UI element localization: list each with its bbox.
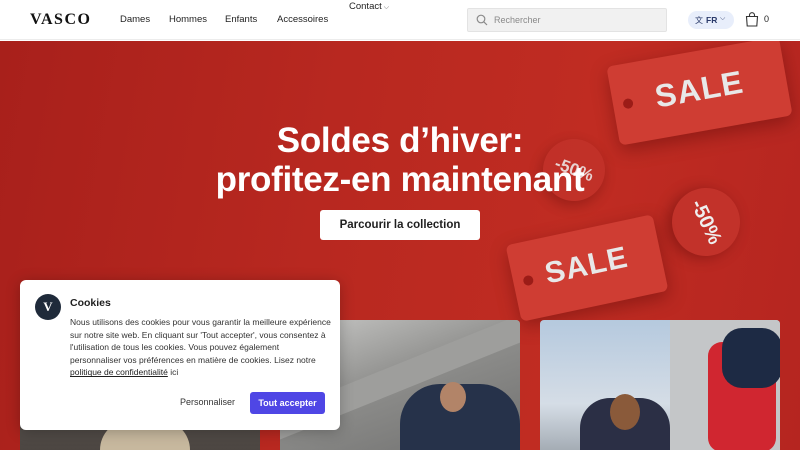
search-placeholder: Rechercher [494, 15, 541, 25]
cart-count: 0 [764, 14, 770, 24]
language-label: FR [706, 15, 718, 25]
nav-item-enfants[interactable]: Enfants [225, 14, 257, 25]
cookie-title: Cookies [70, 297, 111, 309]
shopping-bag-icon[interactable] [745, 12, 759, 27]
chevron-down-icon: ⌵ [720, 15, 726, 22]
site-logo[interactable]: VASCO [30, 11, 91, 29]
nav-item-contact[interactable]: Contact ⌵ [349, 1, 389, 12]
discount-disc-image: -50% [660, 176, 752, 268]
product-photo-shape [440, 382, 466, 412]
cookie-body-suffix: ici [170, 367, 179, 378]
search-input[interactable]: Rechercher [467, 8, 667, 32]
cookie-consent-dialog: V Cookies Nous utilisons des cookies pou… [20, 280, 340, 430]
product-card-image[interactable] [540, 320, 780, 450]
sale-tag-image: SALE [505, 214, 669, 322]
cookie-body: Nous utilisons des cookies pour vous gar… [70, 316, 332, 379]
browse-collection-button[interactable]: Parcourir la collection [320, 210, 480, 240]
hero-title: Soldes d’hiver: profitez-en maintenant [150, 121, 650, 199]
brand-avatar: V [35, 294, 61, 320]
sale-tag-text: SALE [541, 240, 631, 291]
product-photo-shape [722, 328, 780, 388]
accept-all-button[interactable]: Tout accepter [250, 392, 325, 414]
language-selector[interactable]: 文 FR ⌵ [688, 11, 734, 29]
sale-tag-text: SALE [652, 63, 747, 115]
translate-icon: 文 [695, 16, 703, 25]
nav-item-dames[interactable]: Dames [120, 14, 150, 25]
hero-title-line-2: profitez-en maintenant [215, 160, 585, 199]
nav-item-hommes[interactable]: Hommes [169, 14, 207, 25]
nav-item-accessoires[interactable]: Accessoires [277, 14, 328, 25]
hero-title-line-1: Soldes d’hiver: [276, 121, 524, 160]
personalize-button[interactable]: Personnaliser [180, 397, 235, 407]
search-icon [476, 14, 488, 26]
nav-contact-label: Contact [349, 1, 382, 12]
chevron-down-icon: ⌵ [383, 4, 390, 11]
product-photo-shape [610, 394, 640, 430]
cookie-body-text: Nous utilisons des cookies pour vous gar… [70, 317, 331, 365]
privacy-policy-link[interactable]: politique de confidentialité [70, 367, 168, 377]
site-header: VASCO Dames Hommes Enfants Accessoires C… [0, 0, 800, 40]
